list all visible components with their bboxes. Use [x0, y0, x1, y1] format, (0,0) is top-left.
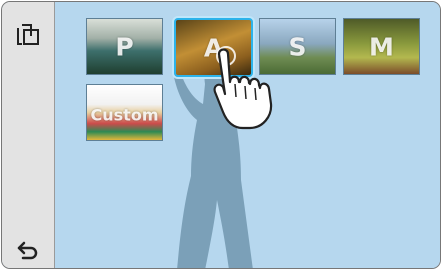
- mode-m-thumbnail[interactable]: M: [343, 18, 420, 75]
- camera-screen: P A S M Custom: [1, 1, 441, 269]
- return-arrow-icon[interactable]: [13, 236, 43, 266]
- mode-m-label: M: [369, 32, 394, 61]
- mode-p-label: P: [115, 32, 134, 61]
- mode-p-thumbnail[interactable]: P: [86, 18, 163, 75]
- mode-selection-area: P A S M Custom: [55, 2, 440, 268]
- multi-frame-icon[interactable]: [13, 20, 43, 50]
- touch-hand-icon: [213, 46, 273, 130]
- mode-custom-thumbnail[interactable]: Custom: [86, 84, 163, 141]
- mode-custom-label: Custom: [90, 105, 159, 125]
- sidebar: [2, 2, 55, 268]
